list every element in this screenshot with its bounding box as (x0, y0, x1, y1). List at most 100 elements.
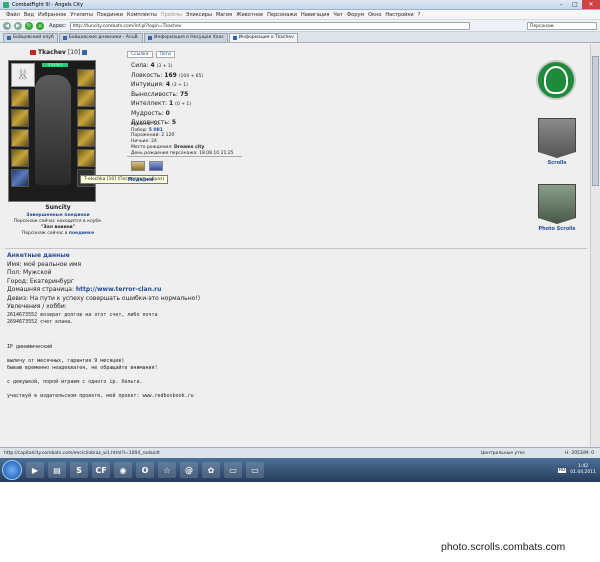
media-player-icon[interactable]: ▶ (26, 462, 44, 478)
skype-icon[interactable]: S (70, 462, 88, 478)
home-icon[interactable]: ⌂ (36, 21, 44, 30)
profile-city: Город: Екатеринбург (7, 277, 75, 285)
profile-line: вылечу от месячных, гарантия 9 месяцев) (7, 357, 125, 364)
gloves-slot[interactable] (77, 109, 95, 127)
menu-favorites[interactable]: Избранное (38, 12, 66, 18)
tab-fight-club[interactable]: Бойцовский клуб (3, 33, 58, 42)
site-icon (7, 36, 11, 40)
menu-utilities[interactable]: Утилиты (70, 12, 93, 18)
vertical-scrollbar[interactable] (590, 44, 600, 447)
app-icon (3, 1, 9, 8)
profile-line: 2694673552 счет клана. (7, 318, 74, 325)
photo-scrolls-link[interactable]: Photo Scrolls (536, 226, 578, 232)
menu-elixirs[interactable]: Эликсиры (186, 12, 212, 18)
scrolls-banner-icon[interactable] (538, 118, 576, 158)
character-bio: Уровень: 10 Побед: 5 081 Поражений: 2 12… (131, 122, 234, 156)
earring-slot[interactable] (77, 69, 95, 87)
menu-sets[interactable]: Комплекты (127, 12, 157, 18)
tab-fight-diaries[interactable]: Бойцовские дневники - AnuB. (58, 33, 144, 42)
stat-intuition: Интуиция: 4 (3 + 1) (131, 81, 188, 88)
link-button[interactable]: Ссылка (127, 51, 153, 58)
profile-line: бываю временно неадекватен, не обращайте… (7, 364, 158, 371)
scrollbar-thumb[interactable] (592, 56, 599, 186)
profile-name: Имя: моё реальное имя (7, 260, 82, 268)
shield-badge-icon[interactable] (149, 161, 163, 171)
character-buttons: Ссылка Логи (127, 51, 175, 58)
agent-icon[interactable]: ☆ (158, 462, 176, 478)
clan-emblem-icon[interactable] (536, 60, 576, 100)
tab-bar: Бойцовский клуб Бойцовские дневники - An… (0, 32, 600, 43)
menu-view[interactable]: Вид (24, 12, 34, 18)
gifts-link[interactable]: Подарки (128, 177, 154, 183)
menu-fights[interactable]: Поединки (97, 12, 123, 18)
stat-endurance: Выносливость: 75 (131, 90, 189, 98)
room-name: "Зал воинов" (41, 225, 75, 230)
fight-status: Персонаж сейчас в (21, 231, 68, 236)
menu-forum[interactable]: Форум (347, 12, 364, 18)
weapon-slot[interactable] (11, 109, 29, 127)
character-search-input[interactable]: Персонаж (527, 21, 597, 30)
explorer-icon[interactable]: ▤ (48, 462, 66, 478)
site-icon (232, 36, 237, 40)
profile-line (7, 351, 200, 358)
character-name-line: Tkachev [10] (30, 49, 88, 56)
ring-slot[interactable] (11, 169, 29, 187)
mail-icon[interactable]: @ (180, 462, 198, 478)
menu-animal[interactable]: Животное (236, 12, 263, 18)
address-input[interactable]: http://tuncity.combats.com/inf.pl?login=… (69, 21, 470, 30)
belt-slot[interactable] (11, 149, 29, 167)
homepage-link[interactable]: http://www.terror-clan.ru (76, 286, 161, 293)
amulet-slot[interactable] (77, 89, 95, 107)
maximize-button[interactable]: □ (568, 0, 582, 9)
medal-icon[interactable] (131, 161, 145, 171)
chrome-icon[interactable]: ◉ (114, 462, 132, 478)
helmet-slot[interactable] (11, 89, 29, 107)
badge-icons (131, 161, 163, 171)
menu-window[interactable]: Окно (368, 12, 381, 18)
icq-icon[interactable]: ✿ (202, 462, 220, 478)
fight-link[interactable]: поединке (69, 231, 94, 236)
stats-list: Сила: 4 (3 + 1) Ловкость: 169 (104 + 65)… (131, 62, 203, 129)
taskbar: ▶ ▤ S CF ◉ O ☆ @ ✿ ▭ ▭ RU 1:42 01.04.201… (0, 458, 600, 482)
opera-icon[interactable]: O (136, 462, 154, 478)
stat-agility: Ловкость: 169 (104 + 65) (131, 71, 204, 79)
armor-slot[interactable] (11, 129, 29, 147)
browser-window: CombatFight III - Angels City – □ ✕ Файл… (0, 0, 600, 482)
info-icon[interactable] (82, 50, 88, 55)
offhand-slot[interactable] (77, 149, 95, 167)
language-indicator[interactable]: RU (557, 467, 567, 473)
profile-hobbies: Увлечения / хобби: (7, 303, 67, 310)
start-button[interactable] (2, 460, 22, 480)
logs-button[interactable]: Логи (155, 51, 175, 58)
minimize-button[interactable]: – (554, 0, 568, 9)
combatfight-icon[interactable]: CF (92, 462, 110, 478)
photo-scrolls-banner-icon[interactable] (538, 184, 576, 224)
menu-settings[interactable]: Настройки (385, 12, 413, 18)
character-name: Tkachev (38, 49, 66, 56)
menu-characters[interactable]: Персонажи (267, 12, 297, 18)
site-icon (62, 36, 67, 40)
forward-arrow-icon[interactable]: ▶ (14, 21, 22, 30)
menu-navigation[interactable]: Навигация (301, 12, 329, 18)
refresh-icon[interactable]: ↻ (25, 21, 33, 30)
tab-info-tkachev[interactable]: Информация о Tkachev (228, 33, 298, 42)
close-button[interactable]: ✕ (582, 0, 600, 9)
divider (127, 156, 242, 157)
back-arrow-icon[interactable]: ◀ (3, 21, 11, 30)
right-panel: Scrolls Photo Scrolls (536, 60, 578, 232)
shield-slot[interactable] (77, 129, 95, 147)
clock[interactable]: 1:42 01.04.2011 (570, 464, 596, 476)
menu-file[interactable]: Файл (6, 12, 20, 18)
tab-info-chaos[interactable]: Информация о Несущая Хаос (144, 33, 228, 42)
character-level: [10] (67, 49, 81, 56)
menu-chat[interactable]: Чат (333, 12, 342, 18)
window-thumbnail-icon[interactable]: ▭ (246, 462, 264, 478)
menu-techniques[interactable]: Приёмы (161, 12, 182, 18)
profile-line: участвуй в издательском проекте, мой про… (7, 392, 194, 399)
window-thumbnail-icon[interactable]: ▭ (224, 462, 242, 478)
status-zone: Центральные утес (480, 450, 525, 456)
status-count: Н: 2053/М: 0 (565, 450, 594, 456)
menu-magic[interactable]: Магия (216, 12, 232, 18)
menu-help[interactable]: ? (418, 12, 421, 18)
scrolls-link[interactable]: Scrolls (536, 160, 578, 166)
